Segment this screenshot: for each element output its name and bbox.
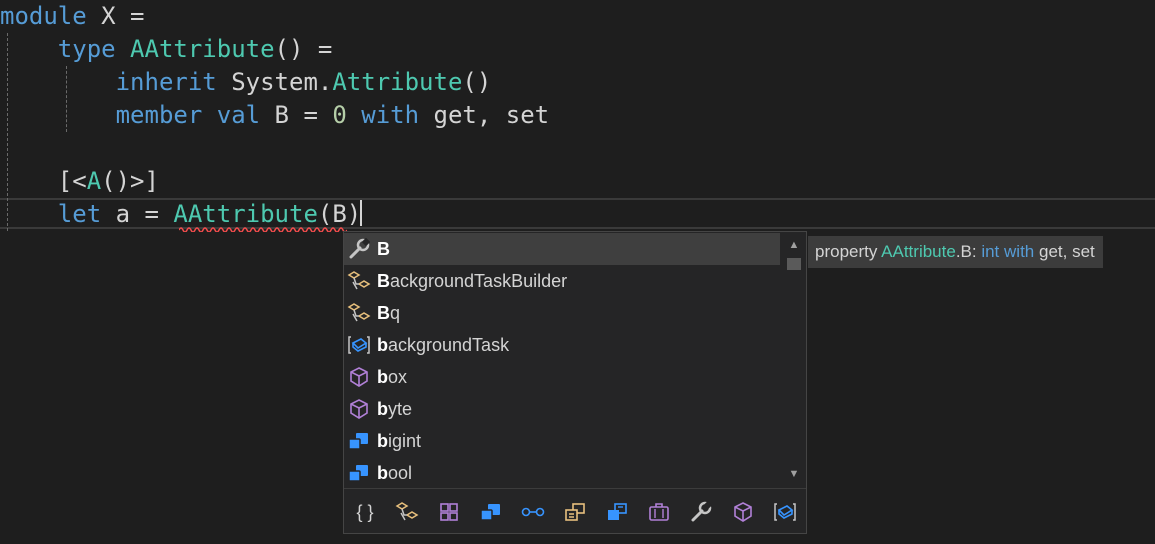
class-blocks-icon bbox=[346, 429, 372, 453]
label-remainder: ox bbox=[388, 366, 408, 387]
extension-method-icon bbox=[346, 301, 372, 325]
code-token: AAttribute bbox=[173, 200, 318, 228]
tooltip-token: AAttribute bbox=[881, 242, 956, 261]
code-token: inherit bbox=[115, 68, 217, 96]
code-token: type bbox=[57, 35, 116, 63]
scroll-thumb[interactable] bbox=[787, 258, 801, 270]
module-grid-filter-icon[interactable] bbox=[428, 496, 470, 528]
code-token: 0 bbox=[332, 101, 347, 129]
method-cube-icon bbox=[346, 365, 372, 389]
code-token: [< bbox=[0, 167, 87, 195]
code-token: member bbox=[115, 101, 203, 129]
completion-item-bigint[interactable]: bigint bbox=[344, 425, 780, 457]
completion-list[interactable]: B BackgroundTaskBuilder Bq backgroundTask bo… bbox=[343, 231, 807, 534]
enum-filter-icon[interactable] bbox=[554, 496, 596, 528]
code-token: Attribute bbox=[332, 68, 463, 96]
method-cube-icon bbox=[346, 397, 372, 421]
wrench-property-icon bbox=[346, 237, 372, 261]
code-token: () = bbox=[274, 35, 333, 63]
code-token: val bbox=[216, 101, 261, 129]
code-line[interactable]: [<A()>] bbox=[0, 165, 159, 198]
tooltip-token: int bbox=[981, 242, 1000, 261]
code-token: System. bbox=[216, 68, 333, 96]
match-highlight: b bbox=[377, 430, 388, 451]
label-remainder: ackgroundTask bbox=[388, 334, 510, 355]
completion-filter-bar: { } bbox=[344, 488, 806, 535]
completion-item-label: Bq bbox=[377, 303, 400, 324]
method-cube-filter-icon[interactable] bbox=[722, 496, 764, 528]
code-token: ()>] bbox=[101, 167, 159, 195]
struct-filter-icon[interactable] bbox=[596, 496, 638, 528]
label-remainder: ackgroundTaskBuilder bbox=[390, 270, 568, 291]
text-caret bbox=[360, 200, 362, 226]
code-token: let bbox=[57, 200, 102, 228]
completion-item-label: BackgroundTaskBuilder bbox=[377, 271, 567, 292]
property-wrench-filter-icon[interactable] bbox=[680, 496, 722, 528]
code-token: get, set bbox=[419, 101, 550, 129]
extension-method-icon bbox=[346, 269, 372, 293]
match-highlight: b bbox=[377, 334, 388, 355]
completion-item-byte[interactable]: byte bbox=[344, 393, 780, 425]
code-token: a = bbox=[101, 200, 174, 228]
match-highlight: b bbox=[377, 366, 388, 387]
completion-scrollbar[interactable]: ▲ ▼ bbox=[782, 232, 806, 487]
match-highlight: b bbox=[377, 398, 388, 419]
code-token: (B) bbox=[317, 200, 362, 228]
completion-item-bool[interactable]: bool bbox=[344, 457, 780, 489]
completion-item-label: byte bbox=[377, 399, 412, 420]
match-highlight: b bbox=[377, 462, 388, 483]
match-highlight: B bbox=[377, 302, 390, 323]
tooltip-token: get, set bbox=[1034, 242, 1095, 261]
extension-method-filter-icon[interactable] bbox=[386, 496, 428, 528]
completion-item-label: B bbox=[377, 239, 390, 260]
code-token: X = bbox=[86, 2, 145, 30]
tooltip-token: property bbox=[815, 242, 882, 261]
code-token: A bbox=[86, 167, 102, 195]
code-line[interactable]: inherit System.Attribute() bbox=[0, 66, 492, 99]
tooltip-token: with bbox=[1004, 242, 1035, 261]
code-token: B = bbox=[260, 101, 333, 129]
match-highlight: B bbox=[377, 238, 390, 259]
completion-item-backgroundtaskbuilder[interactable]: BackgroundTaskBuilder bbox=[344, 265, 780, 297]
code-token: with bbox=[361, 101, 420, 129]
tooltip-token: .B: bbox=[955, 242, 982, 261]
completion-item-backgroundtask[interactable]: backgroundTask bbox=[344, 329, 780, 361]
code-line[interactable]: module X = bbox=[0, 0, 145, 33]
code-token: module bbox=[0, 2, 87, 30]
class-filter-icon[interactable] bbox=[470, 496, 512, 528]
match-highlight: B bbox=[377, 270, 390, 291]
completion-item-label: bool bbox=[377, 463, 412, 484]
label-remainder: yte bbox=[388, 398, 413, 419]
label-remainder: ool bbox=[388, 462, 413, 483]
code-token: AAttribute bbox=[130, 35, 275, 63]
field-bracket-icon bbox=[346, 333, 372, 357]
field-filter-icon[interactable] bbox=[764, 496, 806, 528]
completion-item-bq[interactable]: Bq bbox=[344, 297, 780, 329]
code-token: () bbox=[462, 68, 492, 96]
completion-item-label: bigint bbox=[377, 431, 421, 452]
completion-item-b[interactable]: B bbox=[344, 233, 780, 265]
code-line[interactable]: member val B = 0 with get, set bbox=[0, 99, 550, 132]
completion-item-label: box bbox=[377, 367, 407, 388]
namespace-braces-icon[interactable]: { } bbox=[344, 496, 386, 528]
completion-item-box[interactable]: box bbox=[344, 361, 780, 393]
error-squiggle bbox=[179, 227, 347, 232]
label-remainder: q bbox=[390, 302, 401, 323]
label-remainder: igint bbox=[388, 430, 422, 451]
completion-item-label: backgroundTask bbox=[377, 335, 509, 356]
code-line[interactable]: type AAttribute() = bbox=[0, 33, 333, 66]
scroll-down-icon[interactable]: ▼ bbox=[787, 467, 801, 481]
class-blocks-icon bbox=[346, 461, 372, 485]
delegate-briefcase-filter-icon[interactable] bbox=[638, 496, 680, 528]
quick-info-tooltip: property AAttribute.B: int with get, set bbox=[808, 236, 1103, 268]
scroll-up-icon[interactable]: ▲ bbox=[787, 238, 801, 252]
interface-filter-icon[interactable] bbox=[512, 496, 554, 528]
